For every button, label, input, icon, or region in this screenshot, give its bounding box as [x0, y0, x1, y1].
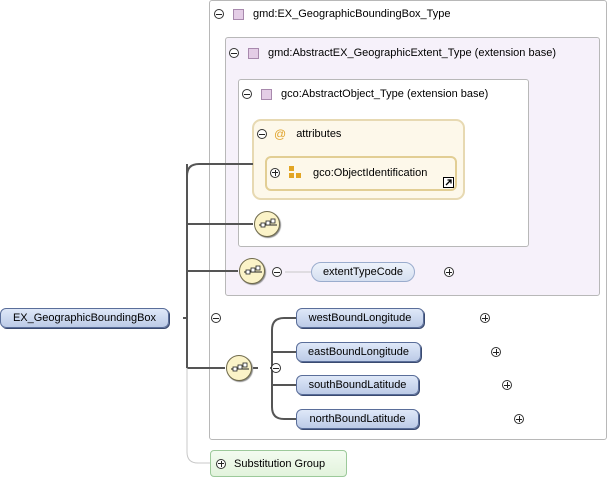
extent-type-label: gmd:AbstractEX_GeographicExtent_Type (ex…	[268, 47, 556, 59]
west-bound-longitude-label: westBoundLongitude	[308, 312, 412, 324]
root-element[interactable]: EX_GeographicBoundingBox	[0, 308, 169, 328]
complex-type-icon	[261, 88, 272, 100]
connector-lines	[183, 163, 311, 464]
north-bound-latitude-label: northBoundLatitude	[309, 413, 406, 425]
object-identification-label: gco:ObjectIdentification	[313, 166, 428, 179]
sequence-compositor-icon[interactable]	[254, 211, 280, 237]
attribute-group-icon	[289, 166, 302, 179]
sequence-compositor-icon[interactable]	[239, 258, 265, 284]
root-element-label: EX_GeographicBoundingBox	[12, 312, 157, 324]
sequence-compositor-icon[interactable]	[226, 355, 252, 381]
at-sign-icon: @	[274, 127, 287, 141]
west-bound-longitude-element[interactable]: westBoundLongitude	[296, 308, 424, 328]
substitution-group-box[interactable]: Substitution Group	[210, 450, 347, 477]
object-type-label: gco:AbstractObject_Type (extension base)	[281, 88, 489, 100]
complex-type-icon	[233, 8, 244, 20]
east-bound-longitude-label: eastBoundLongitude	[308, 346, 409, 358]
collapse-icon[interactable]	[242, 89, 252, 99]
attributes-header: @ attributes	[257, 127, 341, 141]
collapse-icon[interactable]	[272, 267, 282, 277]
extent-type-code-label: extentTypeCode	[322, 266, 404, 278]
attributes-label: attributes	[296, 128, 342, 140]
collapse-icon[interactable]	[214, 9, 224, 19]
east-bound-longitude-element[interactable]: eastBoundLongitude	[296, 342, 421, 362]
collapse-icon[interactable]	[229, 48, 239, 58]
object-identification-row[interactable]: gco:ObjectIdentification	[270, 166, 427, 179]
bounding-box-type-label: gmd:EX_GeographicBoundingBox_Type	[253, 8, 451, 20]
south-bound-latitude-element[interactable]: southBoundLatitude	[296, 375, 419, 395]
substitution-group-label: Substitution Group	[234, 457, 326, 470]
collapse-icon[interactable]	[271, 363, 282, 373]
expand-icon[interactable]	[216, 458, 226, 469]
complex-type-icon	[248, 47, 259, 59]
object-type-header: gco:AbstractObject_Type (extension base)	[242, 88, 488, 100]
north-bound-latitude-element[interactable]: northBoundLatitude	[296, 409, 419, 429]
extent-type-code-element[interactable]: extentTypeCode	[311, 262, 415, 282]
external-link-icon[interactable]	[443, 177, 454, 188]
collapse-icon[interactable]	[257, 129, 267, 139]
bounding-box-type-header: gmd:EX_GeographicBoundingBox_Type	[214, 8, 451, 20]
extent-type-header: gmd:AbstractEX_GeographicExtent_Type (ex…	[229, 47, 556, 59]
expand-icon[interactable]	[270, 167, 280, 178]
south-bound-latitude-label: southBoundLatitude	[308, 379, 407, 391]
